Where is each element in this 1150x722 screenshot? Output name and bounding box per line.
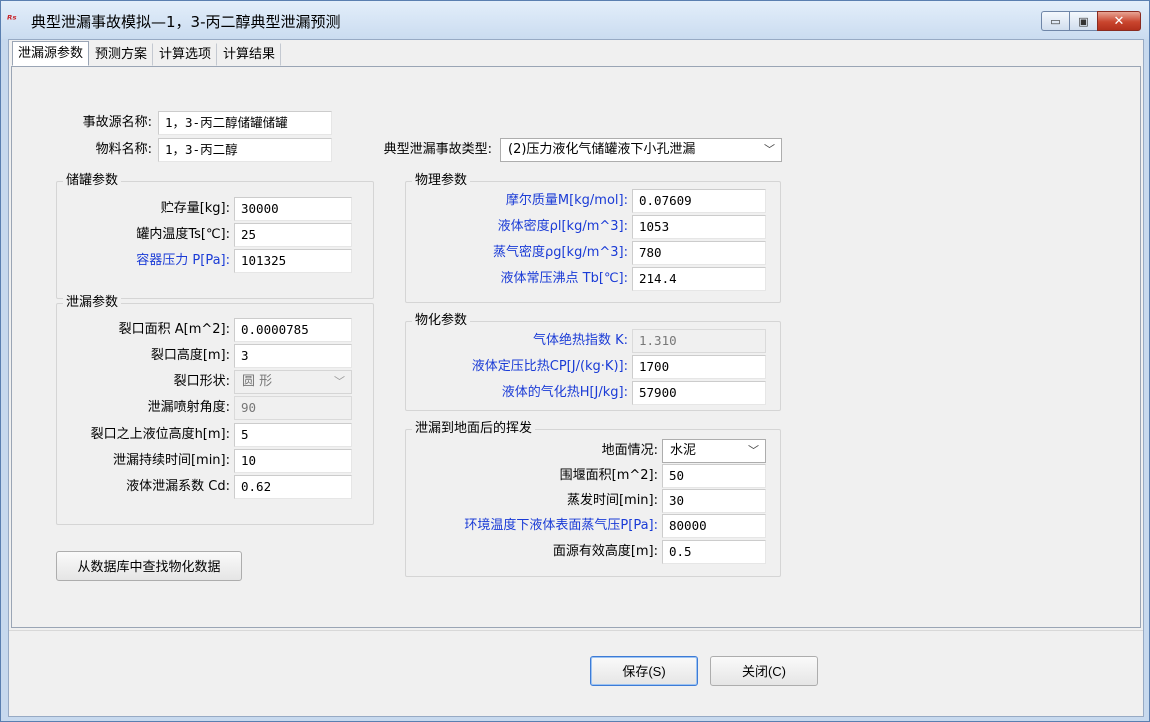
vapor-pressure-field[interactable]: 80000 [662,514,766,538]
chemical-params-title: 物化参数 [412,313,471,329]
close-window-button[interactable]: ✕ [1097,11,1141,31]
pressure-field[interactable]: 101325 [234,249,352,273]
save-button[interactable]: 保存(S) [590,656,698,686]
vaporization-heat-field[interactable]: 57900 [632,381,766,405]
tank-temp-field[interactable]: 25 [234,223,352,247]
orifice-shape-select[interactable]: 圆 形 ﹀ [234,370,352,394]
boiling-point-field[interactable]: 214.4 [632,267,766,291]
tab-calc-results[interactable]: 计算结果 [217,43,282,66]
source-height-label: 面源有效高度[m]: [552,544,658,559]
orifice-shape-label: 裂口形状: [173,374,230,389]
vaporization-heat-label: 液体的气化热H[J/kg]: [501,385,628,400]
liquid-density-field[interactable]: 1053 [632,215,766,239]
vapor-density-label: 蒸气密度ρg[kg/m^3]: [492,245,628,260]
title-bar[interactable]: ᴿˢ 典型泄漏事故模拟—1，3-丙二醇典型泄漏预测 ▭ ▣ ✕ [1,1,1149,39]
orifice-shape-value: 圆 形 [242,374,273,389]
adiabatic-index-label: 气体绝热指数 K: [532,333,628,348]
accident-type-label: 典型泄漏事故类型: [383,142,492,157]
physical-params-title: 物理参数 [412,173,471,189]
vapor-pressure-label: 环境温度下液体表面蒸气压P[Pa]: [464,518,658,533]
orifice-height-field[interactable]: 3 [234,344,352,368]
chevron-down-icon: ﹀ [748,444,759,457]
discharge-coef-label: 液体泄漏系数 Cd: [126,479,230,494]
jet-angle-label: 泄漏喷射角度: [147,400,230,415]
chevron-down-icon: ﹀ [334,375,345,388]
window-title: 典型泄漏事故模拟—1，3-丙二醇典型泄漏预测 [31,13,341,31]
jet-angle-field[interactable]: 90 [234,396,352,420]
maximize-button[interactable]: ▣ [1069,11,1097,31]
dike-area-field[interactable]: 50 [662,464,766,488]
tab-calc-options[interactable]: 计算选项 [153,43,218,66]
source-name-label: 事故源名称: [82,115,152,130]
close-icon: ✕ [1113,13,1125,29]
tab-leak-source[interactable]: 泄漏源参数 [12,41,90,66]
boiling-point-label: 液体常压沸点 Tb[℃]: [500,271,628,286]
vapor-density-field[interactable]: 780 [632,241,766,265]
liquid-density-label: 液体密度ρl[kg/m^3]: [497,219,628,234]
app-icon: ᴿˢ [7,13,17,26]
source-name-field[interactable]: 1，3-丙二醇储罐储罐 [158,111,332,135]
leak-duration-field[interactable]: 10 [234,449,352,473]
leak-duration-label: 泄漏持续时间[min]: [112,453,230,468]
liquid-level-label: 裂口之上液位高度h[m]: [90,427,230,442]
close-button[interactable]: 关闭(C) [710,656,818,686]
tank-temp-label: 罐内温度Ts[℃]: [136,227,230,242]
orifice-area-field[interactable]: 0.0000785 [234,318,352,342]
storage-label: 贮存量[kg]: [160,201,230,216]
footer-divider [9,630,1143,631]
accident-type-value: (2)压力液化气储罐液下小孔泄漏 [508,142,696,157]
material-name-field[interactable]: 1，3-丙二醇 [158,138,332,162]
tab-page-leak-source: 事故源名称: 1，3-丙二醇储罐储罐 物料名称: 1，3-丙二醇 典型泄漏事故类… [11,66,1141,628]
accident-type-select[interactable]: (2)压力液化气储罐液下小孔泄漏 ﹀ [500,138,782,162]
window-controls: ▭ ▣ ✕ [1041,11,1141,33]
maximize-icon: ▣ [1078,14,1089,28]
ground-type-select[interactable]: 水泥 ﹀ [662,439,766,463]
tank-params-title: 储罐参数 [63,173,122,189]
tab-strip: 泄漏源参数 预测方案 计算选项 计算结果 [12,41,282,67]
molar-mass-label: 摩尔质量M[kg/mol]: [505,193,628,208]
specific-heat-label: 液体定压比热CP[J/(kg·K)]: [471,359,628,374]
dike-area-label: 围堰面积[m^2]: [559,468,658,483]
source-height-field[interactable]: 0.5 [662,540,766,564]
evaporation-time-field[interactable]: 30 [662,489,766,513]
orifice-area-label: 裂口面积 A[m^2]: [118,322,230,337]
lookup-database-button[interactable]: 从数据库中查找物化数据 [56,551,242,581]
material-name-label: 物料名称: [95,142,152,157]
ground-type-value: 水泥 [670,443,697,458]
minimize-icon: ▭ [1050,14,1061,28]
evaporation-time-label: 蒸发时间[min]: [566,493,658,508]
ground-type-label: 地面情况: [601,443,658,458]
app-window: ᴿˢ 典型泄漏事故模拟—1，3-丙二醇典型泄漏预测 ▭ ▣ ✕ 泄漏源参数 预测… [0,0,1150,722]
chevron-down-icon: ﹀ [764,143,775,156]
tab-prediction-plan[interactable]: 预测方案 [89,43,154,66]
pressure-label: 容器压力 P[Pa]: [136,253,230,268]
client-area: 泄漏源参数 预测方案 计算选项 计算结果 事故源名称: 1，3-丙二醇储罐储罐 … [8,39,1144,717]
discharge-coef-field[interactable]: 0.62 [234,475,352,499]
liquid-level-field[interactable]: 5 [234,423,352,447]
molar-mass-field[interactable]: 0.07609 [632,189,766,213]
specific-heat-field[interactable]: 1700 [632,355,766,379]
leak-params-title: 泄漏参数 [63,295,122,311]
orifice-height-label: 裂口高度[m]: [150,348,230,363]
storage-field[interactable]: 30000 [234,197,352,221]
minimize-button[interactable]: ▭ [1041,11,1069,31]
adiabatic-index-field[interactable]: 1.310 [632,329,766,353]
evaporation-title: 泄漏到地面后的挥发 [412,421,536,437]
